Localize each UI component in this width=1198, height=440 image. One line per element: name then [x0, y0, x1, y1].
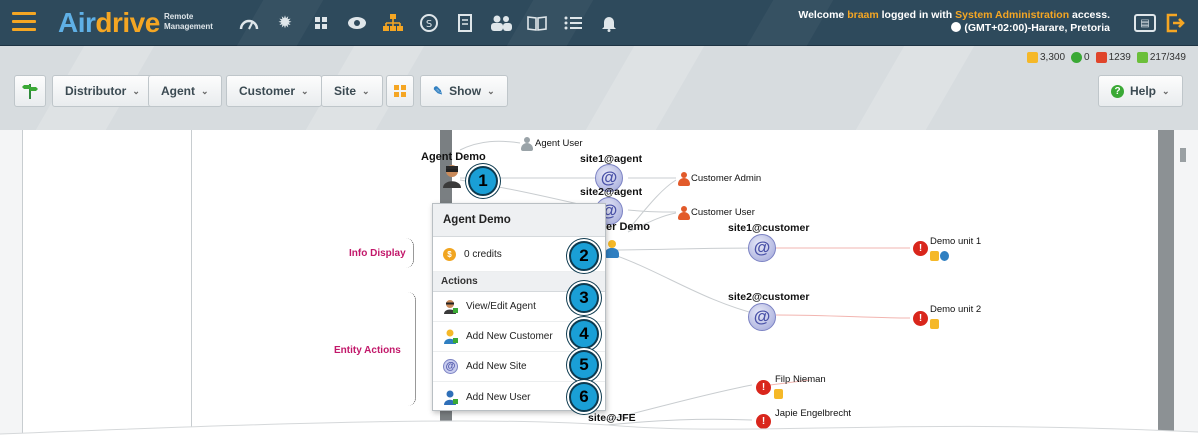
add-user-icon	[443, 390, 458, 405]
site2-customer-at-icon[interactable]: @	[748, 303, 776, 331]
customer-demo-label[interactable]: er Demo	[606, 221, 650, 233]
callout-number: 5	[569, 350, 599, 380]
alert-icon[interactable]: !	[913, 311, 928, 326]
entity-actions-annotation: Entity Actions	[334, 345, 401, 356]
agent-demo-avatar[interactable]	[442, 164, 462, 188]
add-site-icon: @	[443, 359, 458, 374]
alert-icon[interactable]: !	[756, 380, 771, 395]
add-customer-icon	[443, 329, 458, 344]
agent-demo-label[interactable]: Agent Demo	[421, 151, 486, 163]
site1-customer-at-icon[interactable]: @	[748, 234, 776, 262]
agent-user-icon	[520, 137, 534, 151]
info-display-annotation: Info Display	[349, 248, 406, 259]
callout-number: 2	[569, 241, 599, 271]
app-frame: Airdrive Remote Management ✹ S Welcome b…	[0, 0, 1198, 440]
customer-demo-avatar[interactable]	[604, 240, 620, 260]
info-display-brace	[406, 238, 414, 268]
demo-unit-2-label[interactable]: Demo unit 2	[930, 304, 981, 315]
unit-status-icons	[774, 386, 794, 399]
filp-nieman-label[interactable]: Filp Nieman	[775, 374, 826, 385]
agent-icon	[443, 299, 458, 314]
customer-admin-icon	[677, 172, 691, 186]
callout-number: 4	[569, 319, 599, 349]
customer-user-icon	[677, 206, 691, 220]
callout-number: 1	[468, 166, 498, 196]
coin-icon: $	[443, 247, 456, 261]
callout-number: 3	[569, 283, 599, 313]
customer-admin-label[interactable]: Customer Admin	[691, 173, 761, 184]
popup-title: Agent Demo	[433, 204, 605, 237]
site1-customer-label[interactable]: site1@customer	[728, 222, 809, 234]
alert-icon[interactable]: !	[913, 241, 928, 256]
demo-unit-1-label[interactable]: Demo unit 1	[930, 236, 981, 247]
unit-status-icons	[930, 248, 950, 261]
paper-curl-edge	[0, 420, 1198, 440]
agent-user-label[interactable]: Agent User	[535, 138, 583, 149]
customer-user-label[interactable]: Customer User	[691, 207, 755, 218]
entity-actions-brace	[408, 292, 416, 406]
unit-status-icons	[930, 316, 950, 329]
site2-customer-label[interactable]: site2@customer	[728, 291, 809, 303]
credits-value: 0 credits	[464, 248, 502, 260]
